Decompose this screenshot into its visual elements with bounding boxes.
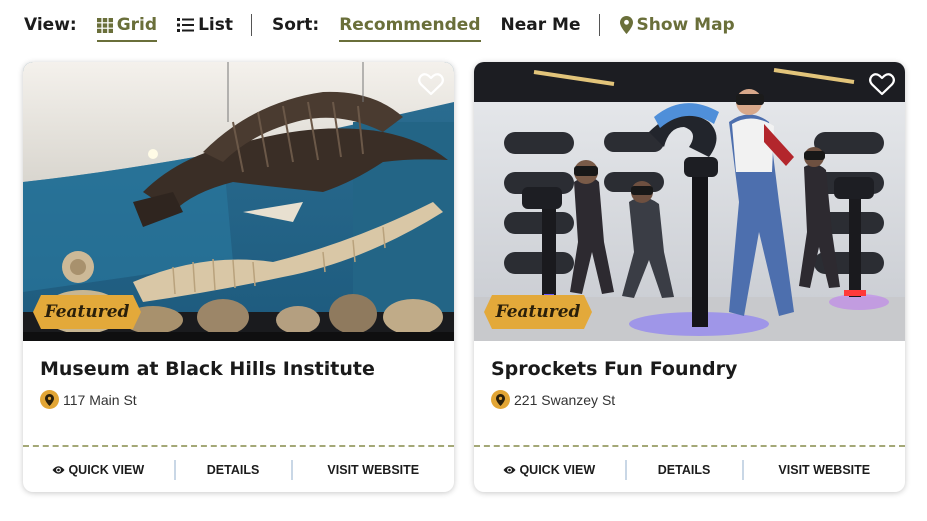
- featured-badge: Featured: [484, 295, 592, 329]
- details-button[interactable]: DETAILS: [627, 447, 742, 492]
- museum-fossil-exhibit-photo[interactable]: Featured: [23, 62, 454, 341]
- listing-address: 117 Main St: [40, 390, 137, 409]
- quick-view-label: QUICK VIEW: [68, 462, 145, 477]
- listing-toolbar: View: Grid List Sort: Recommended Near M…: [24, 10, 904, 42]
- sort-recommended-label: Recommended: [339, 15, 481, 35]
- sort-near-me[interactable]: Near Me: [501, 10, 581, 40]
- details-label: DETAILS: [206, 462, 260, 477]
- location-pin-icon: [491, 390, 510, 409]
- location-pin-icon: [40, 390, 59, 409]
- map-pin-icon: [619, 16, 633, 34]
- eye-icon: [52, 465, 65, 475]
- vr-arcade-riders-photo[interactable]: Featured: [474, 62, 905, 341]
- sort-recommended[interactable]: Recommended: [339, 10, 481, 42]
- toolbar-divider: [250, 14, 252, 36]
- eye-icon: [503, 465, 516, 475]
- details-label: DETAILS: [657, 462, 711, 477]
- featured-badge-label: Featured: [495, 302, 581, 322]
- grid-icon: [96, 17, 113, 33]
- view-grid-toggle[interactable]: Grid: [96, 10, 158, 42]
- details-button[interactable]: DETAILS: [176, 447, 291, 492]
- visit-website-button[interactable]: VISIT WEBSITE: [744, 447, 905, 492]
- listing-address-text: 117 Main St: [63, 391, 137, 408]
- listing-title[interactable]: Museum at Black Hills Institute: [40, 358, 375, 380]
- view-list-label: List: [198, 15, 233, 35]
- sort-near-me-label: Near Me: [500, 15, 581, 35]
- featured-badge-label: Featured: [44, 302, 130, 322]
- list-icon: [177, 18, 195, 32]
- quick-view-button[interactable]: QUICK VIEW: [474, 447, 625, 492]
- visit-website-label: VISIT WEBSITE: [327, 462, 420, 477]
- listing-title[interactable]: Sprockets Fun Foundry: [491, 358, 737, 380]
- quick-view-button[interactable]: QUICK VIEW: [23, 447, 174, 492]
- view-label: View:: [24, 15, 77, 35]
- listing-card: Featured Sprockets Fun Foundry 221 Swanz…: [474, 62, 905, 492]
- listing-address-text: 221 Swanzey St: [514, 391, 616, 408]
- card-actions: QUICK VIEW DETAILS VISIT WEBSITE: [23, 447, 454, 492]
- card-actions: QUICK VIEW DETAILS VISIT WEBSITE: [474, 447, 905, 492]
- visit-website-button[interactable]: VISIT WEBSITE: [293, 447, 454, 492]
- view-grid-label: Grid: [116, 15, 158, 35]
- featured-badge: Featured: [33, 295, 141, 329]
- toolbar-divider: [598, 14, 600, 36]
- show-map-label: Show Map: [636, 15, 735, 35]
- view-list-toggle[interactable]: List: [177, 10, 233, 40]
- favorite-heart-icon[interactable]: [418, 72, 444, 96]
- quick-view-label: QUICK VIEW: [519, 462, 596, 477]
- show-map-link[interactable]: Show Map: [619, 10, 735, 40]
- listing-address: 221 Swanzey St: [491, 390, 615, 409]
- listing-card: Featured Museum at Black Hills Institute…: [23, 62, 454, 492]
- visit-website-label: VISIT WEBSITE: [778, 462, 871, 477]
- favorite-heart-icon[interactable]: [869, 72, 895, 96]
- sort-label: Sort:: [271, 15, 320, 35]
